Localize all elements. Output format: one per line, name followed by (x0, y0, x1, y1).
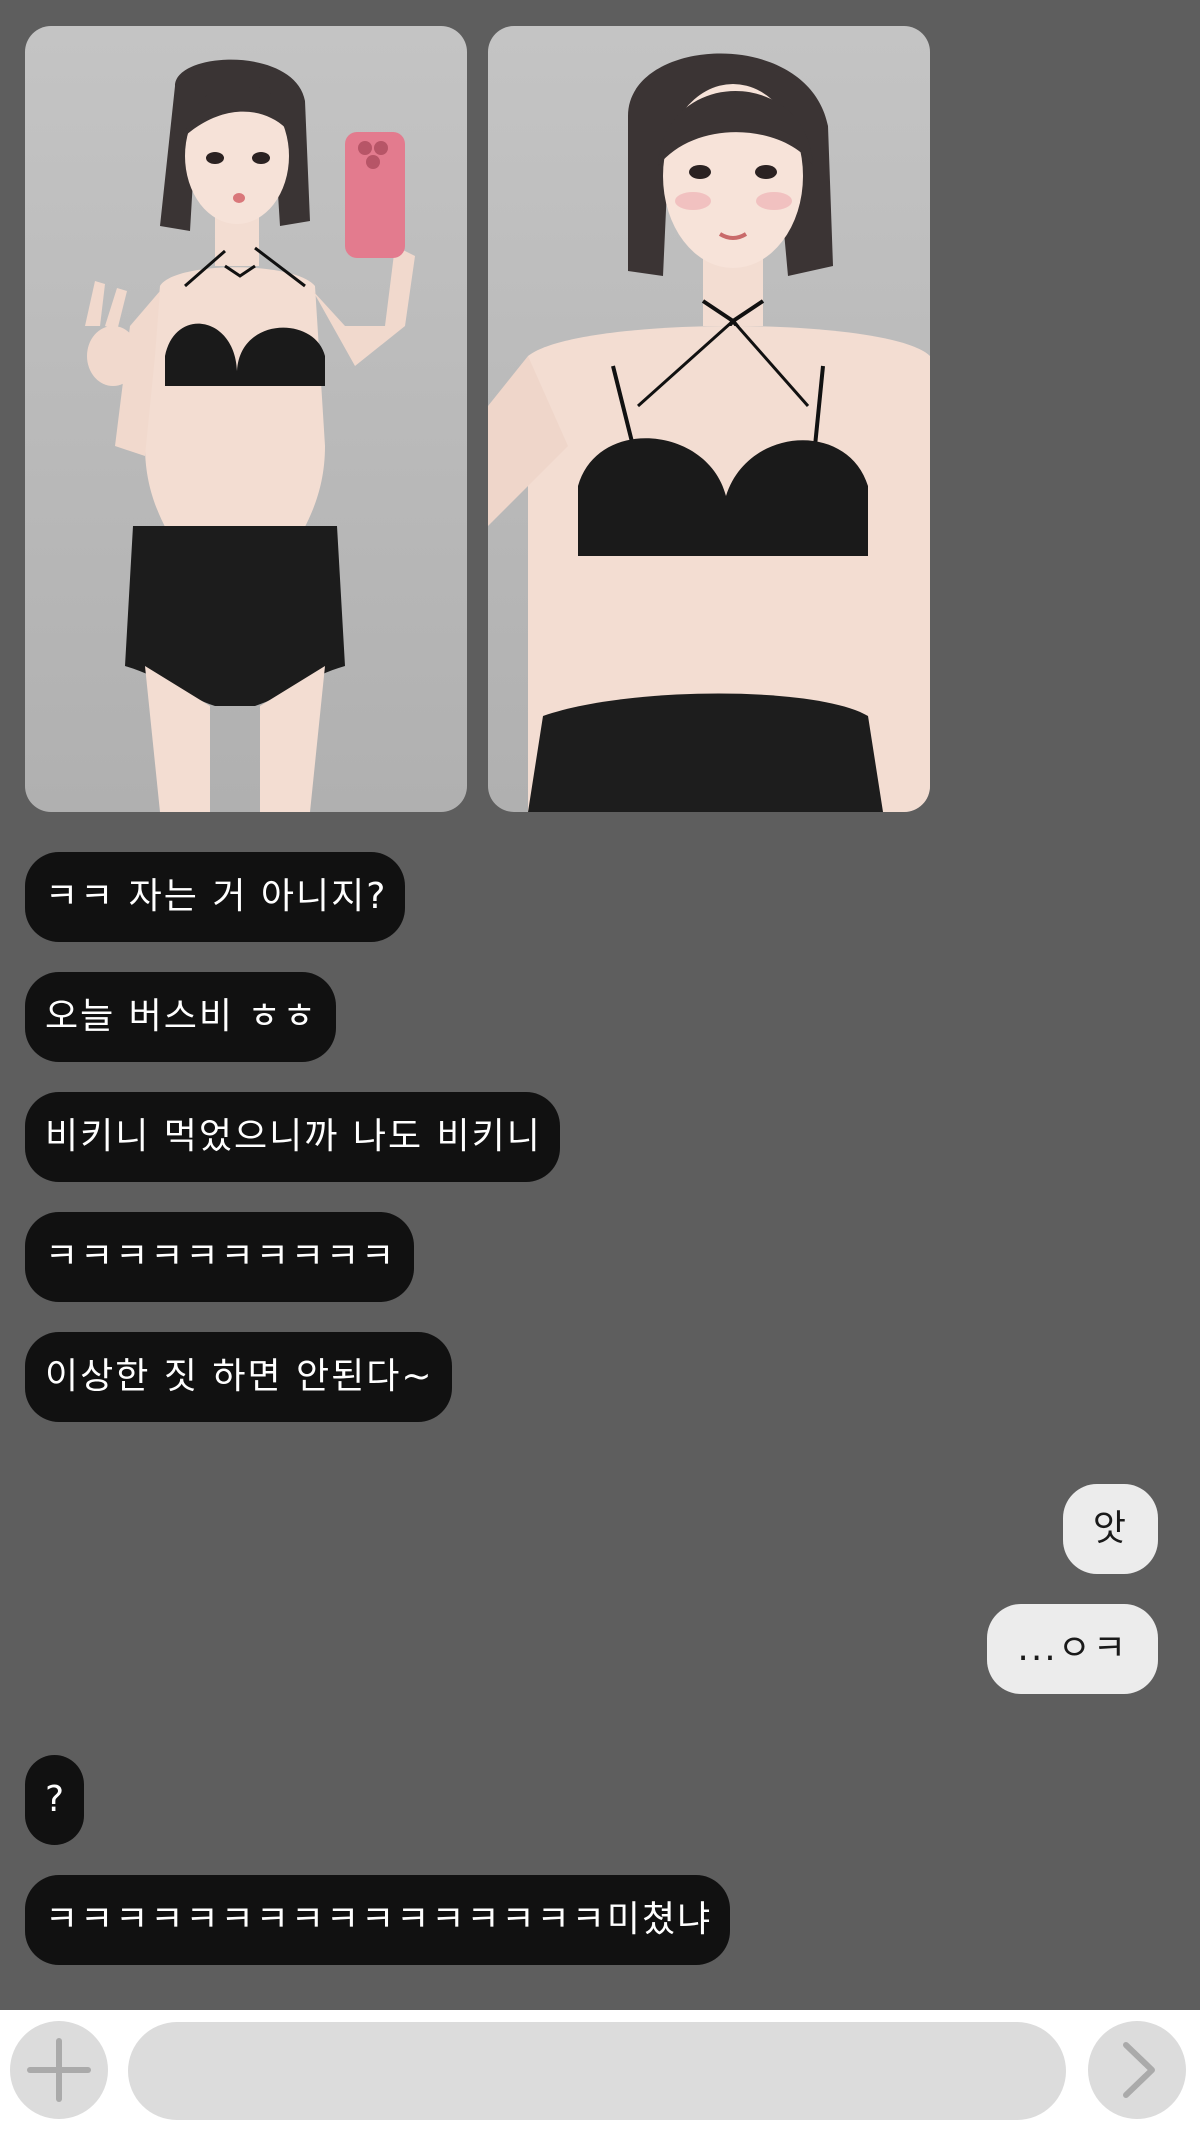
message-bubble-outgoing[interactable]: ...ㅇㅋ (987, 1604, 1158, 1694)
message-composer (0, 2010, 1200, 2133)
message-bubble-incoming[interactable]: 이상한 짓 하면 안된다~ (25, 1332, 452, 1422)
selfie-illustration-1 (85, 59, 415, 812)
send-button[interactable] (1088, 2021, 1186, 2119)
selfie-illustration-2 (488, 53, 930, 812)
message-bubble-outgoing[interactable]: 앗 (1062, 1484, 1158, 1574)
message-bubble-incoming[interactable]: 오늘 버스비 ㅎㅎ (25, 972, 336, 1062)
add-attachment-button[interactable] (10, 2021, 108, 2119)
plus-icon (27, 2038, 91, 2102)
message-bubble-incoming[interactable]: ㅋㅋㅋㅋㅋㅋㅋㅋㅋㅋㅋㅋㅋㅋㅋㅋ미쳤냐 (25, 1875, 731, 1965)
message-bubble-incoming[interactable]: ㅋㅋㅋㅋㅋㅋㅋㅋㅋㅋ (25, 1212, 415, 1302)
chat-image-selfie-2[interactable] (488, 26, 930, 812)
message-bubble-incoming[interactable]: 비키니 먹었으니까 나도 비키니 (25, 1092, 560, 1182)
message-input[interactable] (128, 2022, 1066, 2120)
chevron-right-icon (1123, 2042, 1155, 2098)
message-bubble-incoming[interactable]: ㅋㅋ 자는 거 아니지? (25, 852, 406, 942)
chat-area: ㅋㅋ 자는 거 아니지? 오늘 버스비 ㅎㅎ 비키니 먹었으니까 나도 비키니 … (0, 0, 1200, 2010)
message-bubble-incoming[interactable]: ? (25, 1755, 85, 1845)
chat-image-selfie-1[interactable] (25, 26, 467, 812)
